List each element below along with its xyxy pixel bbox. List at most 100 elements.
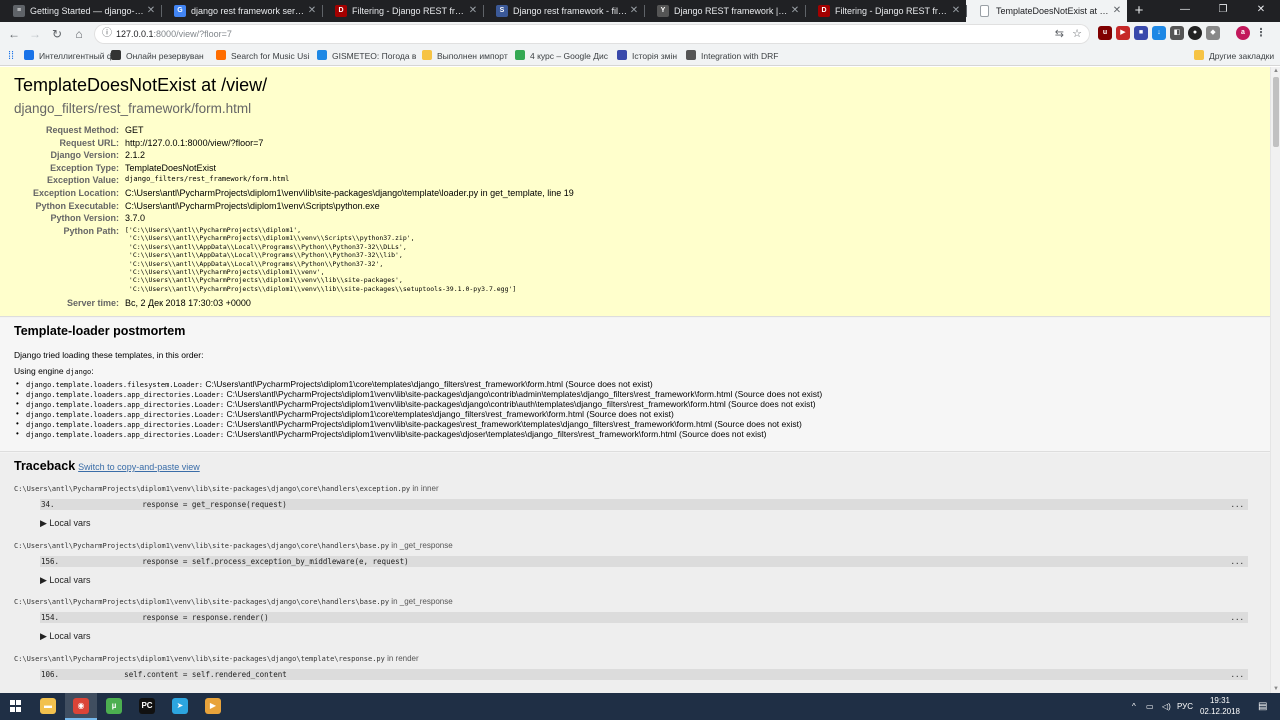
ublock-icon[interactable]: u (1098, 26, 1112, 40)
bookmark-item[interactable]: Integration with DRF (686, 46, 778, 66)
scroll-down-arrow-icon[interactable]: ▼ (1271, 686, 1280, 692)
expand-context-dots[interactable]: ... (1230, 499, 1244, 510)
notifications-icon[interactable]: ▤ (1258, 693, 1267, 720)
expand-context-dots[interactable]: ... (1230, 669, 1244, 680)
close-tab-icon[interactable]: ✕ (951, 0, 961, 22)
bookmark-item[interactable]: Search for Music Usi (216, 46, 309, 66)
meta-value: GET (125, 125, 144, 135)
taskbar-app-chrome[interactable]: ◉ (65, 693, 97, 720)
bookmark-label: Интеллигентный фо (39, 51, 119, 61)
music-extension-icon[interactable]: ● (1188, 26, 1202, 40)
code-context-line[interactable]: 106. self.content = self.rendered_conten… (40, 669, 1248, 681)
local-vars-toggle[interactable]: ▶ Local vars (40, 575, 90, 586)
bookmark-label: Онлайн резервуван (126, 51, 204, 61)
close-tab-icon[interactable]: ✕ (307, 0, 317, 22)
frame-function: render (395, 654, 419, 664)
apps-grid-icon[interactable]: ⁞⁞ (8, 46, 14, 66)
browser-tab[interactable]: Y Django REST framework | Filter i ✕ (644, 0, 805, 22)
taskbar-app-pycharm[interactable]: PC (131, 693, 163, 720)
menu-kebab-icon[interactable]: ⋮ (1254, 26, 1268, 40)
bookmark-star-icon[interactable]: ☆ (1072, 24, 1082, 44)
browser-tab[interactable]: S Django rest framework - filtering ✕ (483, 0, 644, 22)
language-indicator[interactable]: РУС (1177, 693, 1193, 720)
extension-icon[interactable]: ◆ (1206, 26, 1220, 40)
taskbar-app-file-explorer[interactable]: ▬ (32, 693, 64, 720)
taskbar-app-utorrent[interactable]: µ (98, 693, 130, 720)
tray-chevron-icon[interactable]: ^ (1132, 693, 1136, 720)
close-window-button[interactable]: ✕ (1242, 0, 1280, 20)
bookmark-item[interactable]: GISMETEO: Погода в (317, 46, 416, 66)
loader-item: django.template.loaders.app_directories.… (16, 399, 822, 409)
bookmark-item[interactable]: Интеллигентный фо (24, 46, 119, 66)
meta-key: Server time: (66, 298, 119, 308)
back-arrow-icon[interactable]: ← (5, 22, 23, 46)
bookmark-label: Історія змін (632, 51, 678, 61)
frame-in: in (389, 597, 400, 607)
tab-list: ≡ Getting Started — django-filter 2 ✕ Gdjan… (0, 0, 1127, 22)
reload-icon[interactable]: ↻ (48, 22, 66, 46)
browser-tab[interactable]: D Filtering - Django REST framewo ✕ (322, 0, 483, 22)
expand-context-dots[interactable]: ... (1230, 556, 1244, 567)
expand-context-dots[interactable]: ... (1230, 612, 1244, 623)
bookmark-other[interactable]: Другие закладки (1194, 46, 1274, 66)
close-tab-icon[interactable]: ✕ (790, 0, 800, 22)
meta-value: C:\Users\antl\PycharmProjects\diplom1\ve… (125, 200, 380, 211)
profile-avatar[interactable]: a (1236, 26, 1250, 40)
error-summary: TemplateDoesNotExist at /view/ django_fi… (0, 67, 1270, 317)
bookmark-item[interactable]: 4 курс – Google Дис (515, 46, 608, 66)
frame-file: C:\Users\antl\PycharmProjects\diplom1\ve… (14, 485, 411, 493)
code-context-line[interactable]: 34. response = get_response(request)... (40, 499, 1248, 510)
tab-active[interactable]: TemplateDoesNotExist at /view/✕ (966, 0, 1127, 22)
bookmark-item[interactable]: Выполнен импорт (422, 46, 508, 66)
template-postmortem: Template-loader postmortem Django tried … (0, 318, 1270, 452)
error-title: TemplateDoesNotExist at /view/ (14, 75, 268, 95)
browser-tab[interactable]: D Filtering - Django REST framewo ✕ (805, 0, 966, 22)
code-context-line[interactable]: 154. response = response.render()... (40, 612, 1248, 624)
local-vars-toggle[interactable]: ▶ Local vars (40, 518, 90, 529)
loader-path: C:\Users\antl\PycharmProjects\diplom1\ve… (226, 389, 823, 400)
meta-value: C:\Users\antl\PycharmProjects\diplom1\ve… (125, 188, 574, 198)
meta-key-cell: Python Path: (0, 226, 120, 238)
volume-icon[interactable]: ◁) (1162, 693, 1171, 720)
lock-extension-icon[interactable]: ■ (1134, 26, 1148, 40)
close-tab-icon[interactable]: ✕ (146, 0, 156, 22)
switch-view-link[interactable]: Switch to copy-and-paste view (78, 462, 200, 472)
scrollbar-thumb[interactable] (1273, 77, 1279, 147)
meta-key-cell: Request URL: (0, 138, 119, 150)
bookmark-item[interactable]: Історія змін (617, 46, 677, 66)
taskbar-app-telegram[interactable]: ➤ (164, 693, 196, 720)
meta-key-cell: Exception Value: (0, 175, 119, 187)
browser-tab[interactable]: Gdjango rest framework serializer ✕ (161, 0, 322, 22)
loader-name: django.template.loaders.app_directories.… (26, 401, 225, 410)
tab-favicon-icon: ≡ (13, 5, 25, 17)
windows-logo-icon (10, 700, 22, 712)
code-context-line[interactable]: 156. response = self.process_exception_b… (40, 555, 1248, 567)
engine-suffix: : (91, 366, 94, 376)
local-vars-toggle[interactable]: ▶ Local vars (40, 631, 90, 642)
minimize-button[interactable]: — (1166, 0, 1204, 20)
translate-icon[interactable]: ⇆ (1055, 24, 1064, 44)
bookmark-item[interactable]: Онлайн резервуван (111, 46, 204, 66)
download-extension-icon[interactable]: ↓ (1152, 26, 1166, 40)
forward-arrow-icon[interactable]: → (26, 22, 44, 46)
network-icon[interactable]: ▭ (1146, 693, 1154, 720)
clock-date: 02.12.2018 (1199, 707, 1241, 716)
video-extension-icon[interactable]: ▶ (1116, 26, 1130, 40)
start-button[interactable] (0, 693, 32, 720)
home-icon[interactable]: ⌂ (70, 22, 88, 46)
capture-extension-icon[interactable]: ◧ (1170, 26, 1184, 40)
scroll-up-arrow-icon[interactable]: ▲ (1271, 68, 1280, 74)
loader-name: django.template.loaders.app_directories.… (26, 411, 225, 420)
page-scrollbar[interactable]: ▲ ▼ (1270, 67, 1280, 693)
address-bar[interactable]: ⓘ 127.0.0.1:8000/view/?floor=7 ⇆ ☆ (94, 24, 1090, 44)
maximize-button[interactable]: ❐ (1204, 0, 1242, 20)
browser-tab[interactable]: ≡ Getting Started — django-filter 2 ✕ (0, 0, 161, 22)
new-tab-button[interactable]: + (1127, 0, 1151, 22)
browser-toolbar: ← → ↻ ⌂ ⓘ 127.0.0.1:8000/view/?floor=7 ⇆… (0, 22, 1280, 46)
close-tab-icon[interactable]: ✕ (1112, 0, 1122, 22)
close-tab-icon[interactable]: ✕ (629, 0, 639, 22)
info-icon[interactable]: ⓘ (102, 24, 112, 44)
taskbar-clock[interactable]: 19:31 02.12.2018 (1196, 695, 1244, 717)
taskbar-app-media-player[interactable]: ▶ (197, 693, 229, 720)
close-tab-icon[interactable]: ✕ (468, 0, 478, 22)
